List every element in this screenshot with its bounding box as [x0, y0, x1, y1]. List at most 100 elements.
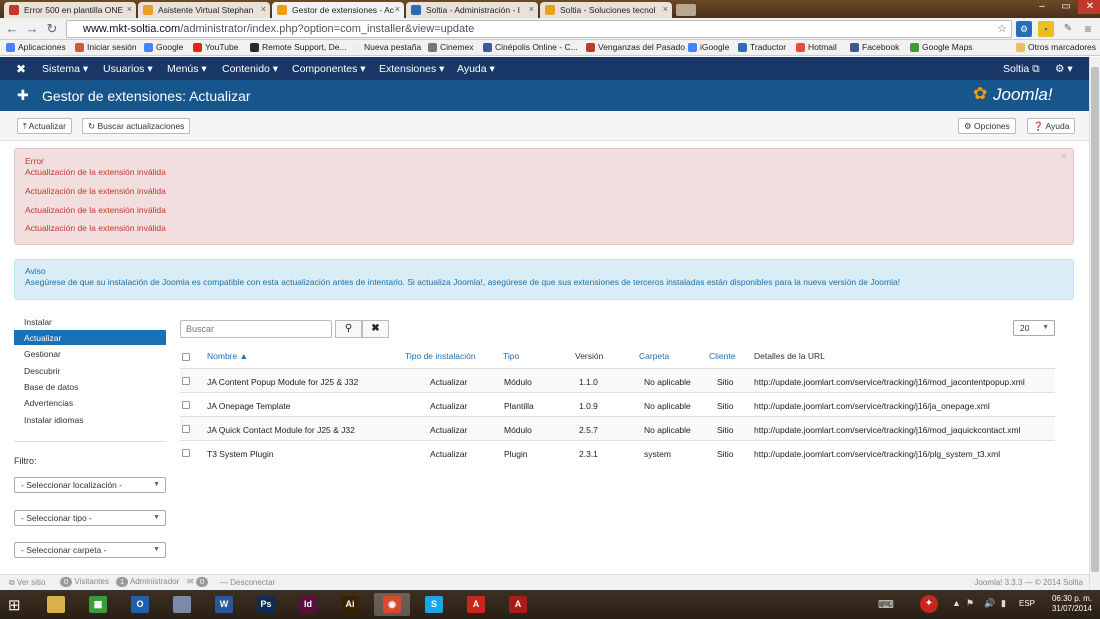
taskbar-app[interactable]	[164, 593, 200, 616]
windows-start-icon[interactable]: ⊞	[8, 596, 21, 614]
language-indicator[interactable]: ESP	[1019, 599, 1035, 608]
bookmark-item[interactable]: YouTube	[193, 42, 238, 52]
bookmark-item[interactable]: Google	[144, 42, 183, 52]
browser-tab[interactable]: Soltia - Administración - I ×	[406, 2, 538, 18]
browser-tab[interactable]: Asistente Virtual Stephan ×	[138, 2, 270, 18]
logout-link[interactable]: — Desconectar	[220, 578, 275, 587]
sidebar-item-update[interactable]: Actualizar	[14, 330, 166, 345]
menu-content[interactable]: Contenido ▾	[222, 63, 278, 75]
sidebar-item-discover[interactable]: Descubrir	[14, 363, 166, 378]
update-button[interactable]: ⤒ Actualizar	[17, 118, 72, 134]
close-tab-icon[interactable]: ×	[663, 4, 668, 14]
other-bookmarks[interactable]: Otros marcadores	[1016, 42, 1096, 52]
user-gear-icon[interactable]: ⚙ ▾	[1055, 63, 1073, 75]
messages-status[interactable]: ✉ 0	[187, 577, 209, 587]
url-input[interactable]: www.mkt-soltia.com/administrator/index.p…	[66, 20, 1012, 38]
menu-icon[interactable]: ≡	[1080, 21, 1096, 37]
sidebar-item-manage[interactable]: Gestionar	[14, 346, 166, 361]
flag-icon[interactable]: ⚑	[966, 598, 974, 609]
keyboard-icon[interactable]: ⌨	[878, 598, 894, 611]
taskbar-app[interactable]: Id	[290, 593, 326, 616]
star-icon[interactable]: ☆	[994, 21, 1010, 37]
taskbar-app[interactable]: A	[500, 593, 536, 616]
select-all-checkbox[interactable]	[182, 353, 190, 361]
bookmark-item[interactable]: Nueva pestaña	[352, 42, 421, 52]
limit-select[interactable]: 20 ▼	[1013, 320, 1055, 336]
site-link[interactable]: Soltia ⧉	[1003, 63, 1040, 76]
bookmark-item[interactable]: Iniciar sesión	[75, 42, 137, 52]
folder-select[interactable]: - Seleccionar carpeta - ▼	[14, 542, 166, 558]
notes-icon[interactable]: ▪	[1038, 21, 1054, 37]
taskbar-app[interactable]: O	[122, 593, 158, 616]
row-checkbox[interactable]	[182, 449, 190, 457]
sidebar-item-database[interactable]: Base de datos	[14, 379, 166, 394]
minimize-icon[interactable]: –	[1030, 0, 1054, 14]
col-header-name[interactable]: Nombre ▲	[207, 351, 248, 361]
find-updates-button[interactable]: ↻ Buscar actualizaciones	[82, 118, 191, 134]
forward-icon[interactable]: →	[24, 21, 40, 37]
type-select[interactable]: - Seleccionar tipo - ▼	[14, 510, 166, 526]
col-header-folder[interactable]: Carpeta	[639, 351, 669, 361]
sidebar-item-warnings[interactable]: Advertencias	[14, 395, 166, 410]
bookmark-item[interactable]: Hotmail	[796, 42, 837, 52]
taskbar-app[interactable]	[38, 593, 74, 616]
browser-tab[interactable]: Gestor de extensiones - Ac ×	[272, 2, 404, 18]
row-checkbox[interactable]	[182, 425, 190, 433]
volume-icon[interactable]: 🔊	[984, 598, 995, 609]
close-tab-icon[interactable]: ×	[261, 4, 266, 14]
network-icon[interactable]: ▮	[1001, 598, 1006, 609]
menu-components[interactable]: Componentes ▾	[292, 63, 366, 75]
taskbar-app[interactable]: ◉	[374, 593, 410, 616]
row-checkbox[interactable]	[182, 377, 190, 385]
browser-tab[interactable]: Soltia - Soluciones tecnol ×	[540, 2, 672, 18]
tray-app-icon[interactable]: ✦	[920, 595, 938, 613]
close-tab-icon[interactable]: ×	[395, 4, 400, 14]
menu-menus[interactable]: Menús ▾	[167, 63, 207, 75]
clock[interactable]: 06:30 p. m. 31/07/2014	[1052, 594, 1092, 614]
search-input[interactable]	[180, 320, 332, 338]
back-icon[interactable]: ←	[4, 21, 20, 37]
tray-arrow-icon[interactable]: ▲	[952, 598, 961, 608]
close-window-icon[interactable]: ✕	[1078, 0, 1100, 14]
menu-extensions[interactable]: Extensiones ▾	[379, 63, 444, 75]
bookmark-item[interactable]: Facebook	[850, 42, 899, 52]
col-header-type[interactable]: Tipo	[503, 351, 519, 361]
bookmark-item[interactable]: Cinemex	[428, 42, 474, 52]
bookmark-item[interactable]: Cinépolis Online - C...	[483, 42, 578, 52]
col-header-install-type[interactable]: Tipo de instalación	[405, 351, 476, 361]
taskbar-app[interactable]: Ai	[332, 593, 368, 616]
col-header-client[interactable]: Cliente	[709, 351, 735, 361]
bookmark-item[interactable]: Google Maps	[910, 42, 973, 52]
close-icon[interactable]: ×	[1061, 151, 1067, 163]
browser-tab[interactable]: Error 500 en plantilla ONE ×	[4, 2, 136, 18]
taskbar-app[interactable]: A	[458, 593, 494, 616]
sidebar-item-languages[interactable]: Instalar idiomas	[14, 412, 166, 427]
bookmark-item[interactable]: Venganzas del Pasado	[586, 42, 685, 52]
view-site-link[interactable]: ⧉ Ver sitio	[9, 578, 45, 588]
clear-button[interactable]: ✖	[362, 320, 389, 338]
close-tab-icon[interactable]: ×	[127, 4, 132, 14]
bookmark-item[interactable]: Remote Support, De...	[250, 42, 347, 52]
taskbar-app[interactable]: W	[206, 593, 242, 616]
taskbar-app[interactable]: Ps	[248, 593, 284, 616]
taskbar-app[interactable]: ▦	[80, 593, 116, 616]
pen-icon[interactable]: ✎	[1060, 21, 1076, 37]
help-button[interactable]: ❓ Ayuda	[1027, 118, 1076, 134]
row-checkbox[interactable]	[182, 401, 190, 409]
sidebar-item-install[interactable]: Instalar	[14, 314, 166, 329]
options-button[interactable]: ⚙ Opciones	[958, 118, 1016, 134]
close-tab-icon[interactable]: ×	[529, 4, 534, 14]
reload-icon[interactable]: ↻	[44, 21, 60, 37]
new-tab-button[interactable]	[676, 4, 696, 16]
bookmark-item[interactable]: Aplicaciones	[6, 42, 66, 52]
menu-system[interactable]: Sistema ▾	[42, 63, 88, 75]
menu-users[interactable]: Usuarios ▾	[103, 63, 153, 75]
bookmark-item[interactable]: iGoogle	[688, 42, 729, 52]
taskbar-app[interactable]: S	[416, 593, 452, 616]
maximize-icon[interactable]: ▭	[1054, 0, 1078, 14]
scrollbar-thumb[interactable]	[1091, 67, 1099, 572]
search-button[interactable]: ⚲	[335, 320, 362, 338]
joomla-x-icon[interactable]: ✖	[16, 62, 26, 76]
location-select[interactable]: - Seleccionar localización - ▼	[14, 477, 166, 493]
bookmark-item[interactable]: Traductor	[738, 42, 786, 52]
